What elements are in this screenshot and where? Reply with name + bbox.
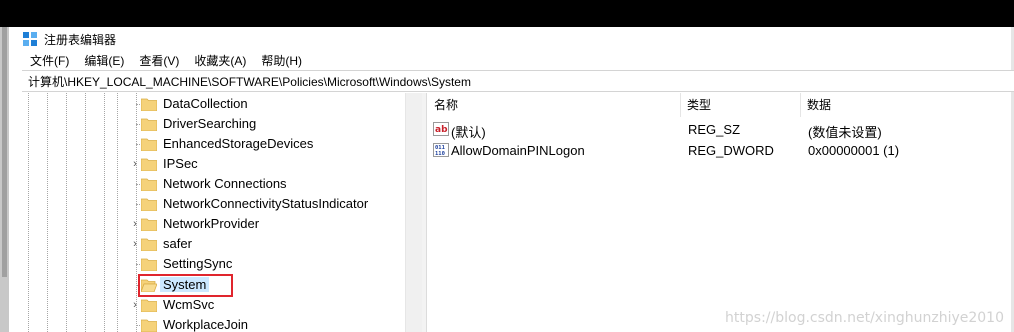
address-bar[interactable]: 计算机\HKEY_LOCAL_MACHINE\SOFTWARE\Policies…: [22, 70, 1014, 92]
title-bar: 注册表编辑器: [22, 28, 116, 50]
tree-item-label: WorkplaceJoin: [163, 317, 249, 332]
column-header-name[interactable]: 名称: [428, 93, 681, 117]
tree-item-wcmsvc[interactable]: › WcmSvc: [22, 295, 427, 315]
folder-icon: [141, 138, 157, 151]
value-type: REG_DWORD: [688, 143, 774, 158]
tree-scrollbar[interactable]: [405, 93, 422, 332]
tree-item-label: DriverSearching: [163, 116, 257, 131]
value-row-default[interactable]: ab (默认) REG_SZ (数值未设置): [428, 119, 1011, 140]
tree-item-label: Network Connections: [163, 176, 287, 191]
menu-help[interactable]: 帮助(H): [255, 52, 308, 69]
tree-item-label: SettingSync: [163, 256, 233, 271]
tree-item-label: NetworkProvider: [163, 216, 260, 231]
chevron-right-icon[interactable]: ›: [130, 158, 140, 170]
folder-icon: [141, 238, 157, 251]
value-data: (数值未设置): [808, 125, 882, 140]
tree-item-label: safer: [163, 236, 192, 251]
folder-icon: [141, 319, 157, 332]
value-name: (默认): [451, 125, 486, 140]
binary-value-icon: 011 110: [433, 143, 449, 157]
outer-scrollbar-thumb[interactable]: [2, 27, 7, 277]
value-name: AllowDomainPINLogon: [451, 143, 585, 158]
window-title: 注册表编辑器: [44, 32, 117, 47]
tree-item-safer[interactable]: › safer: [22, 234, 427, 254]
tree-item-driversearching[interactable]: DriverSearching: [22, 114, 427, 134]
list-header: 名称 类型 数据: [428, 93, 1011, 117]
pane-splitter[interactable]: [422, 93, 427, 332]
tree-item-label: IPSec: [163, 156, 198, 171]
tree-item-network-connections[interactable]: Network Connections: [22, 174, 427, 194]
tree-item-enhancedstoragedevices[interactable]: EnhancedStorageDevices: [22, 134, 427, 154]
folder-icon: [141, 98, 157, 111]
tree-item-label: WcmSvc: [163, 297, 215, 312]
svg-text:110: 110: [435, 151, 445, 157]
folder-icon: [141, 198, 157, 211]
tree-item-workplacejoin[interactable]: WorkplaceJoin: [22, 315, 427, 332]
folder-icon: [141, 118, 157, 131]
tree-item-datacollection[interactable]: DataCollection: [22, 94, 427, 114]
tree-item-ipsec[interactable]: › IPSec: [22, 154, 427, 174]
tree-item-networkconnectivitystatusindicator[interactable]: NetworkConnectivityStatusIndicator: [22, 194, 427, 214]
menu-bar: 文件(F) 编辑(E) 查看(V) 收藏夹(A) 帮助(H): [22, 50, 311, 70]
string-value-icon: ab: [433, 122, 449, 136]
menu-file[interactable]: 文件(F): [22, 52, 75, 69]
folder-icon: [141, 218, 157, 231]
folder-icon: [141, 178, 157, 191]
watermark-text: https://blog.csdn.net/xinghunzhiye2010: [725, 310, 1004, 326]
chevron-right-icon[interactable]: ›: [130, 238, 140, 250]
menu-view[interactable]: 查看(V): [133, 52, 185, 69]
tree-item-label: EnhancedStorageDevices: [163, 136, 314, 151]
column-header-data[interactable]: 数据: [801, 93, 1011, 117]
left-scroll-strip: [0, 27, 9, 332]
tree-item-label: NetworkConnectivityStatusIndicator: [163, 196, 369, 211]
chevron-right-icon[interactable]: ›: [130, 218, 140, 230]
value-data: 0x00000001 (1): [808, 143, 900, 158]
value-type: REG_SZ: [688, 122, 741, 137]
folder-icon: [141, 299, 157, 312]
registry-editor-icon: [23, 32, 37, 46]
tree-item-label: DataCollection: [163, 96, 248, 111]
menu-favorites[interactable]: 收藏夹(A): [188, 52, 252, 69]
menu-edit[interactable]: 编辑(E): [78, 52, 130, 69]
folder-icon: [141, 158, 157, 171]
svg-text:ab: ab: [435, 125, 448, 135]
tree-item-networkprovider[interactable]: › NetworkProvider: [22, 214, 427, 234]
tree-item-settingsync[interactable]: SettingSync: [22, 254, 427, 274]
column-header-type[interactable]: 类型: [681, 93, 801, 117]
value-row-allowdomainpinlogon[interactable]: 011 110 AllowDomainPINLogon REG_DWORD 0x…: [428, 140, 1011, 161]
chevron-right-icon[interactable]: ›: [130, 299, 140, 311]
annotation-highlight-box: [138, 274, 233, 297]
values-list: 名称 类型 数据 ab (默认) REG_SZ (数值未设置) 011 110 …: [428, 93, 1011, 332]
top-black-bar: [0, 0, 1014, 27]
folder-icon: [141, 258, 157, 271]
